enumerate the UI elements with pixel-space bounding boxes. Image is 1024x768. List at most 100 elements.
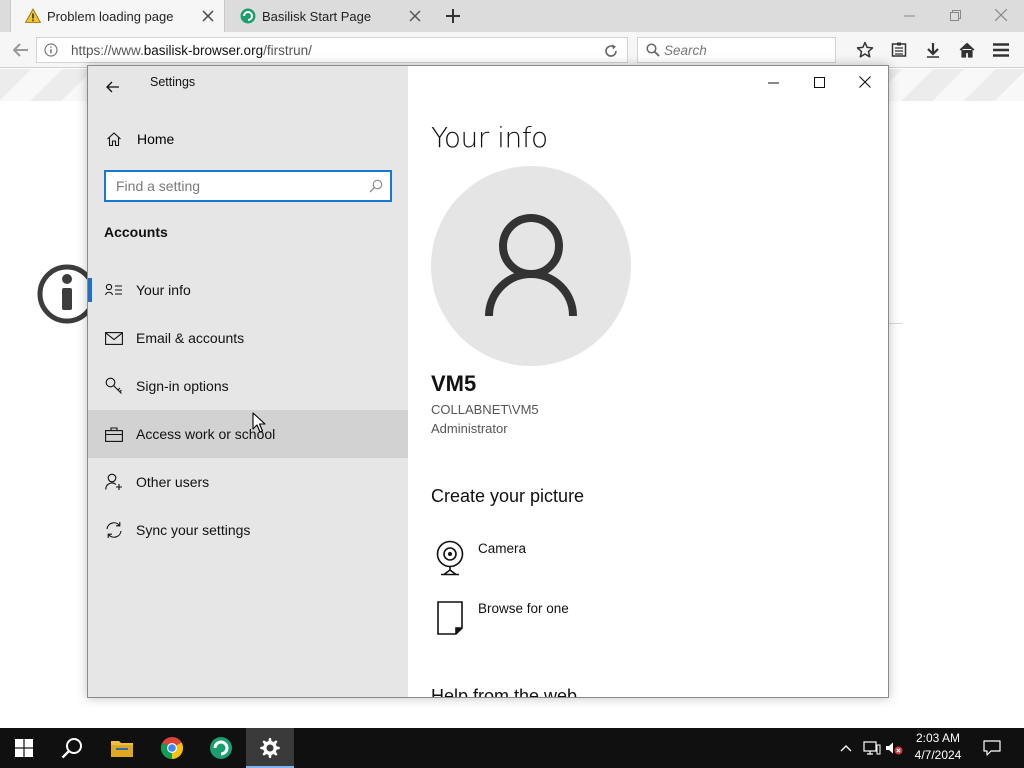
basilisk-icon [210,737,232,759]
volume-muted-icon [886,742,903,755]
user-placeholder-icon [485,214,577,317]
browser-navigation-bar: https://www.basilisk-browser.org/firstru… [0,32,1024,68]
window-title: Settings [150,75,196,89]
browse-option[interactable]: Browse for one [431,599,731,639]
nav-sign-in-options[interactable]: Sign-in options [88,362,408,410]
taskbar-settings[interactable] [246,728,294,768]
mail-icon [104,329,124,347]
nav-label: Email & accounts [136,330,245,346]
plus-icon [446,9,460,23]
taskbar-basilisk[interactable] [197,728,245,768]
chrome-icon [161,737,183,759]
close-window-button[interactable] [978,0,1024,30]
volume-button[interactable] [884,728,904,768]
taskbar-file-explorer[interactable] [98,728,146,768]
bookmarks-menu-icon[interactable] [882,36,916,64]
start-icon [15,739,33,757]
search-icon [362,179,390,193]
nav-sync-settings[interactable]: Sync your settings [88,506,408,554]
nav-label: Your info [136,282,191,298]
user-role: Administrator [431,421,508,436]
browse-file-icon [431,599,469,637]
nav-home[interactable]: Home [88,122,408,156]
search-icon [61,738,82,759]
nav-your-info[interactable]: Your info [88,266,408,314]
network-icon [863,741,881,755]
find-setting-placeholder: Find a setting [116,178,201,194]
warning-icon [25,8,41,23]
nav-access-work-school[interactable]: Access work or school [88,410,408,458]
camera-label: Camera [478,541,527,556]
back-button[interactable] [8,38,34,62]
restore-button[interactable] [932,0,978,30]
camera-icon [431,539,469,577]
home-icon [105,130,123,148]
settings-gear-icon [260,738,280,758]
create-picture-heading: Create your picture [431,486,585,506]
search-icon [642,43,664,57]
site-info-icon[interactable] [39,43,63,57]
divider [888,323,902,324]
basilisk-icon [240,8,256,24]
nav-label: Sync your settings [136,522,251,538]
taskbar-chrome[interactable] [148,728,196,768]
show-hidden-icons-button[interactable] [836,728,856,768]
section-heading: Accounts [104,224,168,240]
search-placeholder: Search [664,42,707,58]
nav-label: Sign-in options [136,378,229,394]
nav-home-label: Home [137,131,175,147]
reload-icon[interactable] [601,41,621,61]
tab-basilisk-start[interactable]: Basilisk Start Page [226,0,431,32]
camera-option[interactable]: Camera [431,539,731,579]
avatar [431,166,631,366]
help-heading: Help from the web [431,686,578,698]
bookmark-star-icon[interactable] [848,36,882,64]
download-icon[interactable] [916,36,950,64]
start-button[interactable] [0,728,48,768]
page-title: Your info [431,121,548,154]
action-center-button[interactable] [978,728,1006,768]
mouse-cursor-icon [252,412,266,433]
tab-problem-loading[interactable]: Problem loading page [10,0,225,32]
file-explorer-icon [111,741,133,757]
clock-time: 2:03 AM [915,731,961,745]
nav-email-accounts[interactable]: Email & accounts [88,314,408,362]
url-text: https://www.basilisk-browser.org/firstru… [71,42,312,58]
find-setting-input[interactable]: Find a setting [104,170,392,202]
new-tab-button[interactable] [440,4,466,28]
settings-content: Your info VM5 COLLABNET\VM5 Administrato… [431,66,871,697]
search-bar[interactable]: Search [637,37,836,63]
contact-card-icon [104,281,124,299]
close-tab-icon[interactable] [196,4,220,28]
add-person-icon [104,473,124,491]
key-icon [104,377,124,395]
minimize-button[interactable] [886,0,932,30]
chevron-up-icon [840,745,852,752]
sync-icon [104,521,124,539]
nav-label: Other users [136,474,210,490]
taskbar: 2:03 AM 4/7/2024 [0,728,1024,768]
hamburger-menu-icon[interactable] [984,36,1018,64]
taskbar-clock[interactable]: 2:03 AM 4/7/2024 [904,730,972,766]
close-tab-icon[interactable] [403,4,427,28]
user-name: VM5 [431,371,477,396]
browser-window-controls [886,0,1024,30]
user-domain: COLLABNET\VM5 [431,402,539,417]
tab-title: Basilisk Start Page [262,8,372,24]
briefcase-icon [104,425,124,443]
url-bar[interactable]: https://www.basilisk-browser.org/firstru… [36,37,628,63]
taskbar-search-button[interactable] [48,728,96,768]
tab-title: Problem loading page [47,8,174,24]
settings-sidebar: Settings Home Find a setting Accounts Yo… [88,66,408,697]
back-button[interactable] [98,72,128,102]
arrow-left-icon [106,81,119,93]
browser-tab-bar: Problem loading page Basilisk Start Page [0,0,1024,32]
nav-other-users[interactable]: Other users [88,458,408,506]
notification-icon [983,740,1001,756]
network-status-button[interactable] [860,728,884,768]
browse-label: Browse for one [478,601,569,616]
clock-date: 4/7/2024 [914,748,962,762]
home-icon[interactable] [950,36,984,64]
settings-window: Settings Home Find a setting Accounts Yo… [87,65,889,698]
arrow-left-icon [13,43,28,57]
